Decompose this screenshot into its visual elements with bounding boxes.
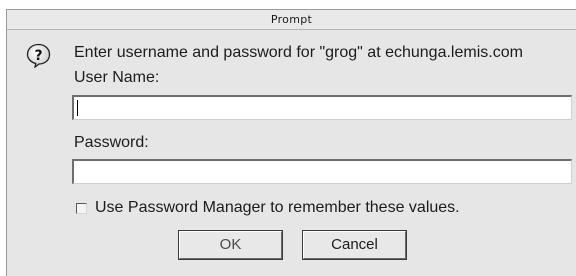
text-caret (77, 100, 78, 116)
svg-text:?: ? (34, 48, 42, 64)
window-title: Prompt (7, 10, 576, 30)
prompt-message: Enter username and password for "grog" a… (74, 44, 523, 61)
cancel-button[interactable]: Cancel (302, 230, 407, 260)
question-icon: ? (26, 43, 51, 68)
username-label: User Name: (74, 69, 160, 86)
remember-label[interactable]: Use Password Manager to remember these v… (95, 199, 460, 217)
username-field[interactable] (72, 95, 572, 120)
prompt-dialog: Prompt ? Enter username and password for… (6, 9, 576, 276)
remember-checkbox[interactable] (76, 202, 87, 214)
remember-row[interactable]: Use Password Manager to remember these v… (76, 198, 460, 218)
password-field[interactable] (72, 159, 572, 184)
password-label: Password: (74, 134, 149, 151)
ok-button[interactable]: OK (178, 230, 283, 260)
